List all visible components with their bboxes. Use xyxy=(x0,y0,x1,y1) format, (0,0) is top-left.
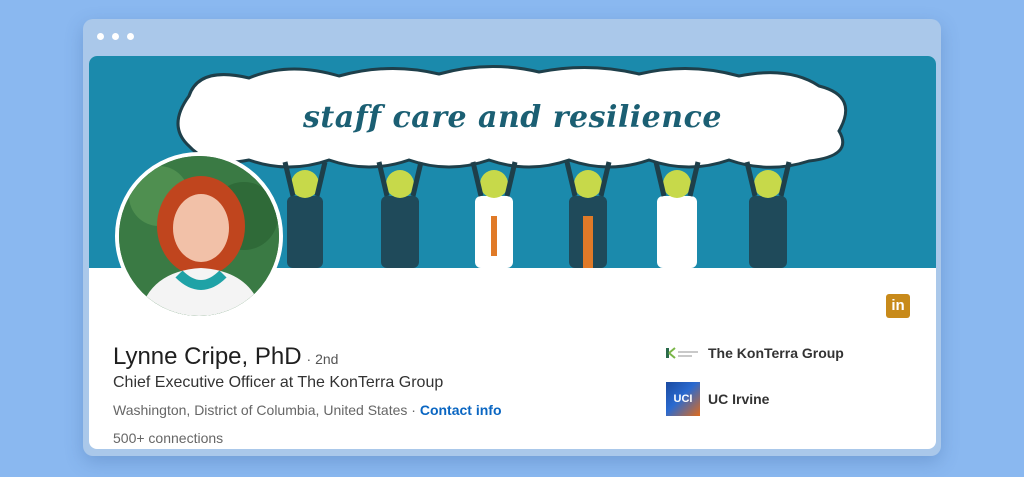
connections-count[interactable]: 500+ connections xyxy=(113,430,223,446)
connection-degree: · 2nd xyxy=(306,351,339,367)
experience-item-uci[interactable]: UCI UC Irvine xyxy=(666,382,769,416)
linkedin-icon[interactable]: in xyxy=(886,294,910,318)
avatar-photo xyxy=(119,156,279,316)
profile-headline: Chief Executive Officer at The KonTerra … xyxy=(113,374,444,391)
experience-label: UC Irvine xyxy=(708,391,770,407)
experience-label: The KonTerra Group xyxy=(708,345,844,361)
window-controls xyxy=(97,33,134,40)
banner-slogan: staff care and resilience xyxy=(303,100,722,135)
window-dot[interactable] xyxy=(127,33,134,40)
profile-avatar[interactable] xyxy=(115,152,283,320)
location-row: Washington, District of Columbia, United… xyxy=(113,402,502,418)
name-row: Lynne Cripe, PhD · 2nd xyxy=(113,343,338,371)
window-dot[interactable] xyxy=(97,33,104,40)
experience-item-konterra[interactable]: The KonTerra Group xyxy=(666,345,844,361)
konterra-logo-icon xyxy=(666,347,700,359)
uci-logo-icon: UCI xyxy=(666,382,700,416)
location-separator: · xyxy=(411,402,416,418)
window-dot[interactable] xyxy=(112,33,119,40)
contact-info-link[interactable]: Contact info xyxy=(420,402,502,418)
profile-location: Washington, District of Columbia, United… xyxy=(113,402,408,418)
browser-window: staff care and resilience in Lynne Cripe… xyxy=(83,19,941,456)
profile-name: Lynne Cripe, PhD xyxy=(113,343,302,370)
profile-card: staff care and resilience in Lynne Cripe… xyxy=(89,56,936,449)
